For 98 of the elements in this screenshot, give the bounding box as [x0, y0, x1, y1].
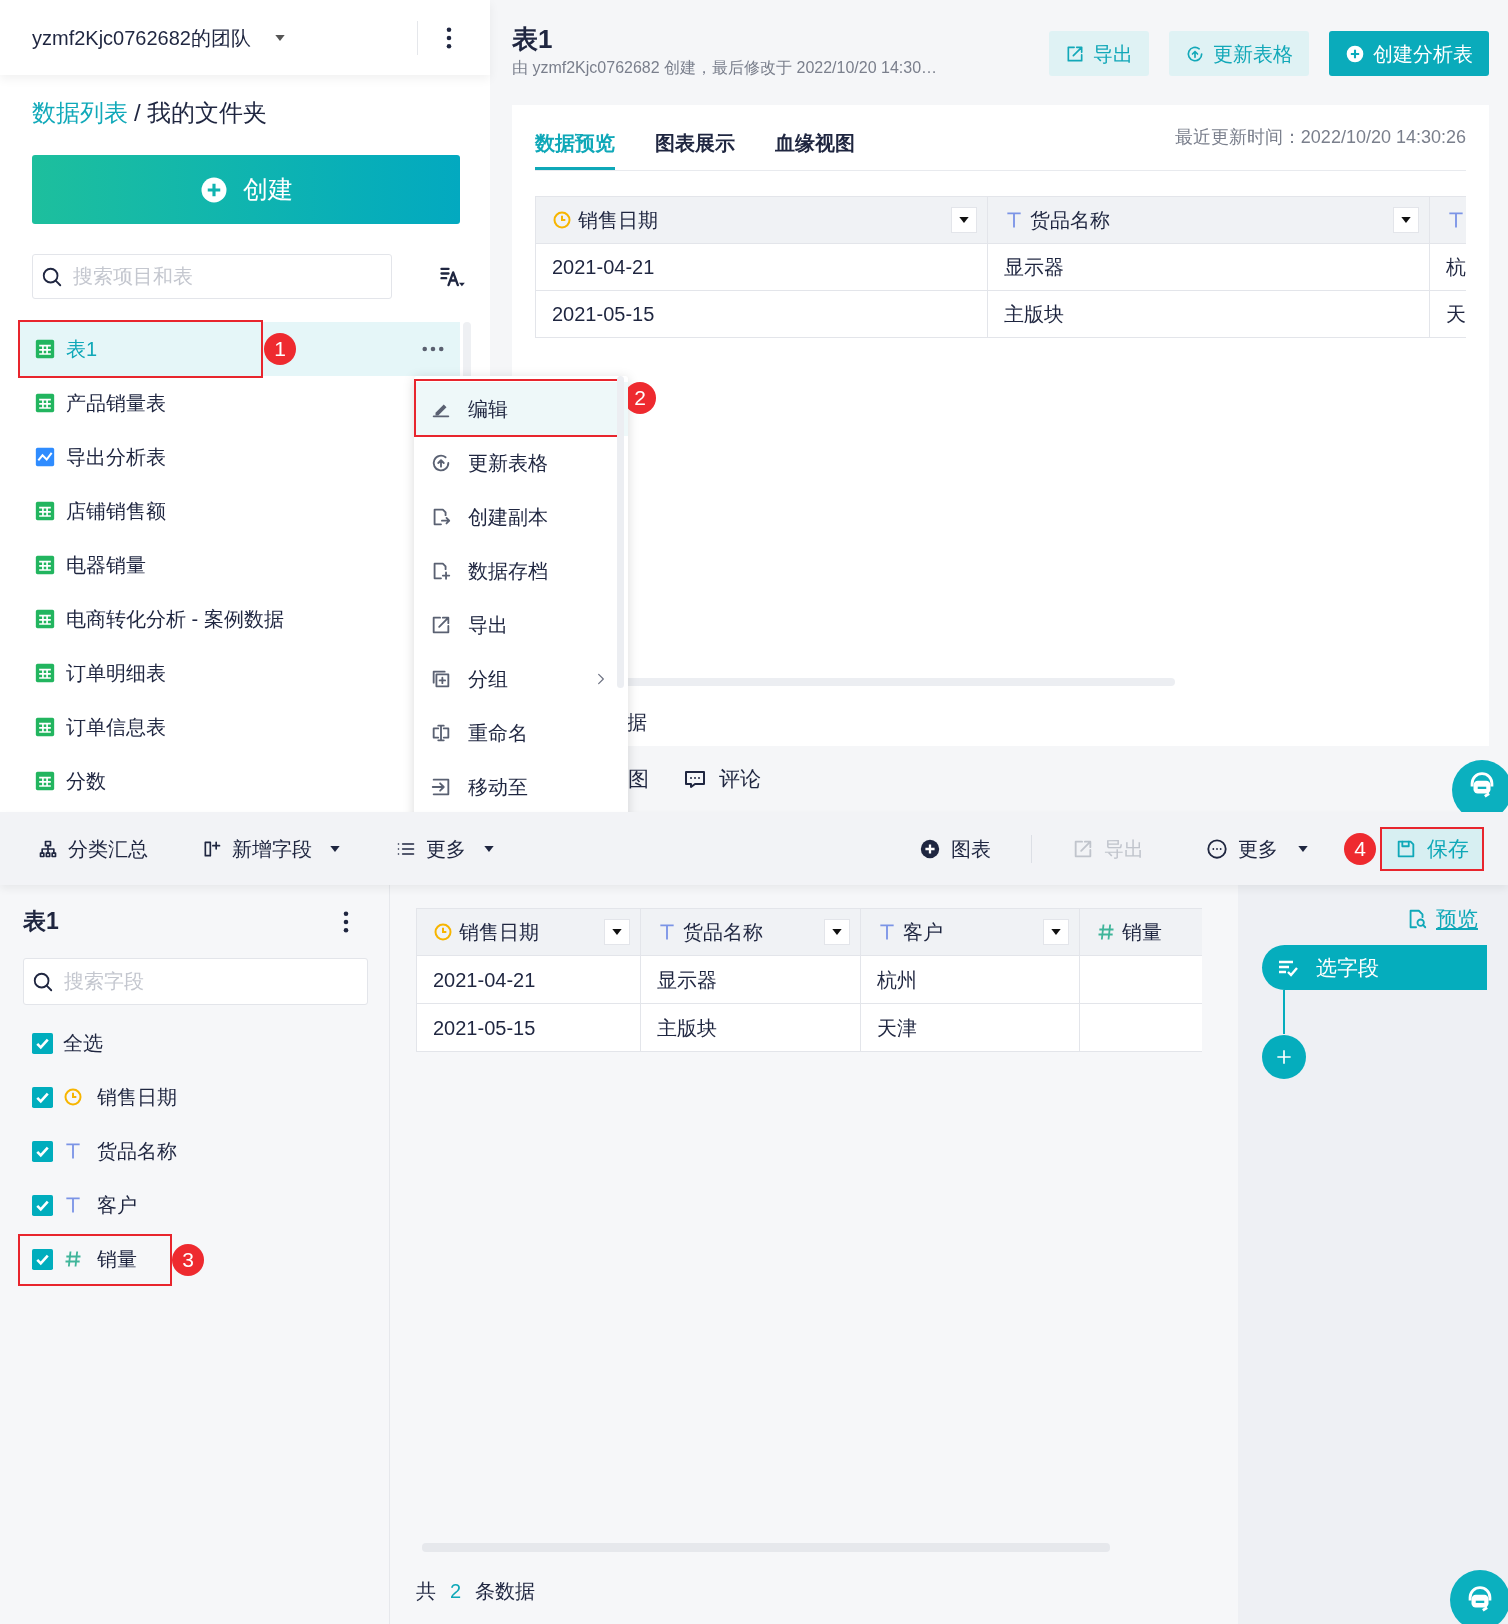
search-icon [32, 970, 54, 993]
filter-dropdown[interactable] [951, 207, 977, 233]
column-header[interactable]: 销售日期 [536, 197, 988, 243]
checkbox[interactable] [32, 1194, 53, 1216]
bottom-tab[interactable]: 图 [628, 763, 649, 795]
table-icon [35, 609, 55, 629]
column-title: 货品名称 [683, 920, 763, 945]
column-title: 货品名称 [1030, 208, 1110, 233]
text-cursor-icon [430, 722, 452, 744]
table-cell: 天津 [861, 1004, 1080, 1051]
column-title: 客户 [903, 920, 943, 945]
clock-icon [63, 1087, 83, 1107]
tab[interactable]: 图表展示 [655, 105, 735, 170]
toolbar-button[interactable]: 分类汇总 [38, 833, 148, 864]
clock-icon [552, 210, 572, 230]
column-title: 销售日期 [578, 208, 658, 233]
arrow-into-box-icon [430, 776, 452, 798]
table-cell: 天 [1430, 291, 1466, 337]
plus-circle-icon [919, 837, 941, 860]
checkbox[interactable] [32, 1140, 53, 1162]
more-horizontal-icon[interactable] [422, 346, 444, 352]
export-icon [430, 614, 452, 636]
breadcrumb-separator: / [134, 98, 141, 128]
plus-icon [1274, 1047, 1294, 1067]
toolbar-button[interactable]: 更多 [1206, 833, 1310, 864]
hierarchy-icon [38, 838, 58, 859]
export-icon [1065, 43, 1085, 64]
table-cell: 主版块 [988, 291, 1430, 337]
file-list-item[interactable]: 表1 1 [18, 322, 460, 376]
table-icon [35, 339, 55, 359]
support-chat-button[interactable] [1450, 1570, 1508, 1624]
filter-dropdown[interactable] [604, 919, 630, 945]
checkbox-label: 全选 [63, 1031, 103, 1056]
step-number-badge: 1 [264, 333, 296, 365]
search-icon [41, 265, 63, 288]
panel-title: 表1 [23, 907, 59, 937]
step-number-badge: 3 [172, 1244, 204, 1276]
scrollbar[interactable] [617, 376, 624, 688]
text-type-icon [63, 1141, 83, 1161]
table-icon [35, 771, 55, 791]
toolbar-button[interactable]: 新增字段 [202, 833, 342, 864]
hash-icon [63, 1249, 83, 1269]
text-type-icon [877, 922, 897, 942]
circular-arrows-icon [430, 452, 452, 474]
clock-icon [433, 922, 453, 942]
column-header[interactable]: 货品名称 [988, 197, 1430, 243]
footer-text: 条数据 [475, 1579, 536, 1604]
line-chart-icon [35, 447, 55, 467]
filter-dropdown[interactable] [824, 919, 850, 945]
checkbox[interactable] [32, 1086, 53, 1108]
add-step-button[interactable] [1262, 1035, 1306, 1079]
record-count-text: 据 [627, 710, 647, 735]
breadcrumb-current: 我的文件夹 [146, 98, 267, 128]
search-field[interactable]: 搜索字段 [23, 958, 368, 1005]
field-label: 销量 [97, 1247, 137, 1272]
hash-icon [1096, 922, 1116, 942]
bottom-tab[interactable]: 评论 [683, 763, 761, 795]
text-type-icon [657, 922, 677, 942]
table-icon [35, 717, 55, 737]
footer-text: 共 [416, 1579, 436, 1604]
text-type-icon [1004, 210, 1024, 230]
checkbox[interactable] [32, 1248, 53, 1270]
table-cell: 2021-05-15 [536, 291, 988, 337]
field-label: 销售日期 [97, 1085, 177, 1110]
toolbar-button[interactable]: 图表 [919, 833, 991, 864]
table-icon [35, 393, 55, 413]
toolbar-button[interactable]: 更多 [396, 833, 496, 864]
search-field[interactable]: 搜索项目和表 [32, 254, 392, 299]
table-cell: 杭 [1430, 244, 1466, 290]
column-title: 销量 [1122, 920, 1162, 945]
record-count: 2 [450, 1579, 462, 1604]
tab[interactable]: 血缘视图 [775, 105, 855, 170]
table-cell: 显示器 [988, 244, 1430, 290]
column-title: 销售日期 [459, 920, 539, 945]
menu-item[interactable]: 编辑 [414, 382, 628, 436]
layered-squares-plus-icon [430, 668, 452, 690]
team-name: yzmf2Kjc0762682的团队 [32, 25, 251, 51]
table-icon [35, 663, 55, 683]
last-updated-text: 最近更新时间：2022/10/20 14:30:26 [1174, 126, 1466, 149]
step-number-badge: 4 [1344, 832, 1376, 865]
more-vertical-icon[interactable] [343, 910, 349, 933]
text-type-icon [63, 1195, 83, 1215]
table-icon [35, 501, 55, 521]
plus-circle-icon [1345, 43, 1365, 64]
table-cell: 2021-05-15 [417, 1004, 641, 1051]
page-title: 表1 [512, 23, 554, 56]
more-vertical-icon[interactable] [446, 26, 452, 49]
table-cell: 主版块 [641, 1004, 861, 1051]
checkbox[interactable] [32, 1032, 53, 1054]
field-label: 货品名称 [97, 1139, 177, 1164]
text-type-icon [1446, 210, 1466, 230]
field-label: 客户 [97, 1193, 137, 1218]
filter-dropdown[interactable] [1043, 919, 1069, 945]
filter-dropdown[interactable] [1393, 207, 1419, 233]
table-cell: 2021-04-21 [536, 244, 988, 290]
table-icon [35, 555, 55, 575]
more-circle-icon [1206, 837, 1228, 860]
page-subtitle: 由 yzmf2Kjc0762682 创建，最后修改于 2022/10/20 14:30… [512, 58, 938, 78]
